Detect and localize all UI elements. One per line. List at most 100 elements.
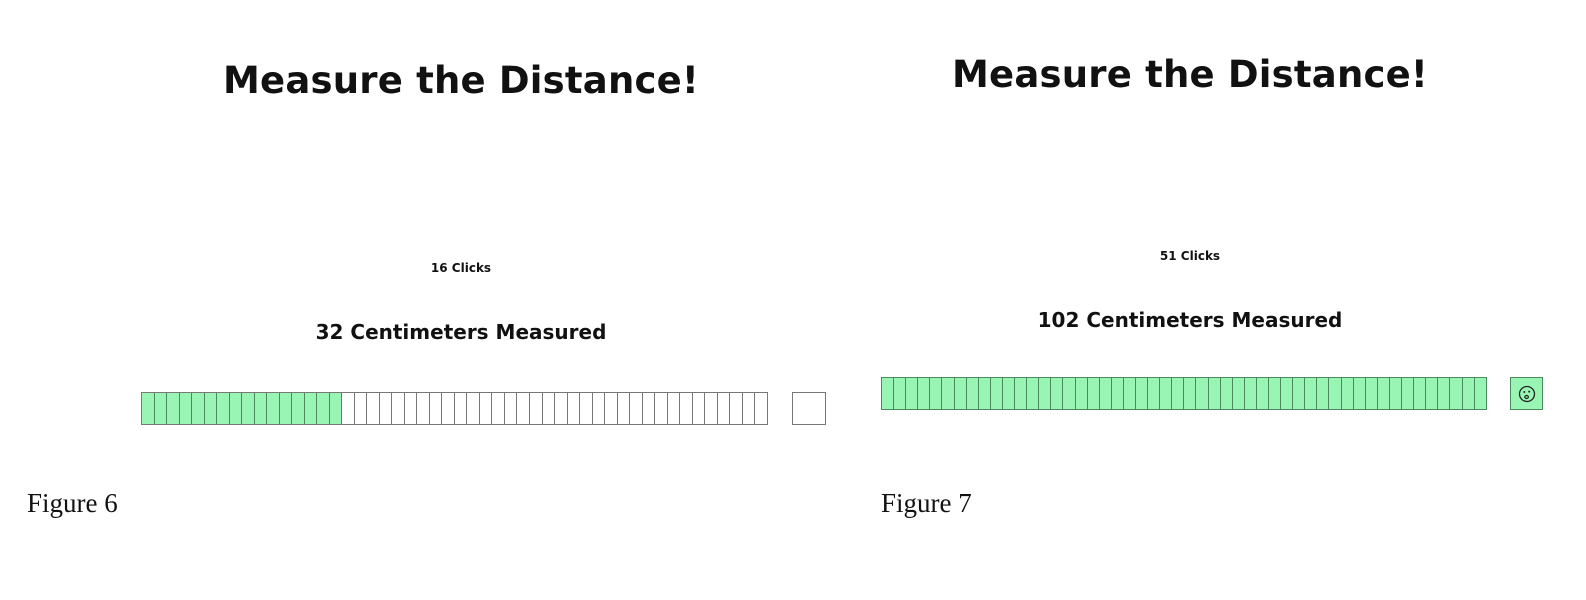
ruler-segment: [655, 393, 668, 424]
target-end-box[interactable]: [1510, 377, 1543, 410]
measured-distance: 102 Centimeters Measured: [1037, 308, 1343, 332]
ruler-segment: [492, 393, 505, 424]
ruler-segment: [1075, 378, 1088, 409]
figure-caption: Figure 7: [881, 488, 972, 518]
ruler-segment: [1269, 378, 1282, 409]
ruler-segment: [479, 393, 493, 424]
ruler-segment: [529, 393, 543, 424]
measuring-ruler[interactable]: [881, 377, 1487, 410]
ruler-segment: [192, 393, 205, 424]
ruler-segment: [1002, 378, 1016, 409]
ruler-segment: [978, 378, 991, 409]
ruler-segment: [454, 393, 468, 424]
ruler-segment: [642, 393, 656, 424]
ruler-segment: [1450, 378, 1463, 409]
ruler-segment: [179, 393, 193, 424]
ruler-segment: [329, 393, 343, 424]
ruler-segment: [942, 378, 955, 409]
ruler-segment: [142, 393, 155, 424]
ruler-segment: [1462, 378, 1475, 409]
ruler-segment: [592, 393, 606, 424]
ruler-segment: [1208, 378, 1221, 409]
ruler-segment: [1027, 378, 1040, 409]
ruler-segment: [1281, 378, 1294, 409]
ruler-segment: [342, 393, 355, 424]
ruler-segment: [1426, 378, 1439, 409]
ruler-segment: [229, 393, 243, 424]
ruler-segment: [1220, 378, 1233, 409]
ruler-segment: [242, 393, 255, 424]
ruler-segment: [1329, 378, 1342, 409]
ruler-segment: [379, 393, 393, 424]
ruler-segment: [404, 393, 418, 424]
ruler-segment: [555, 393, 568, 424]
ruler-segment: [467, 393, 480, 424]
ruler-segment: [417, 393, 430, 424]
clicks-counter: 16 Clicks: [430, 261, 492, 275]
surprised-face-icon: [1518, 385, 1535, 402]
ruler-segment: [882, 378, 895, 409]
ruler-segment: [292, 393, 305, 424]
ruler-segment: [167, 393, 180, 424]
ruler-segment: [705, 393, 718, 424]
target-end-box[interactable]: [792, 392, 826, 425]
ruler-segment: [217, 393, 230, 424]
ruler-segment: [692, 393, 706, 424]
ruler-segment: [742, 393, 756, 424]
ruler-segment: [667, 393, 681, 424]
ruler-segment: [630, 393, 643, 424]
ruler-segment: [1087, 378, 1100, 409]
ruler-segment: [1015, 378, 1028, 409]
ruler-segment: [1438, 378, 1451, 409]
figure-6-panel: Measure the Distance! 16 Clicks 32 Centi…: [0, 0, 850, 600]
ruler-segment: [1414, 378, 1427, 409]
ruler-segment: [354, 393, 368, 424]
ruler-segment: [918, 378, 931, 409]
figure-7-panel: Measure the Distance! 51 Clicks 102 Cent…: [850, 0, 1586, 600]
ruler-segment: [990, 378, 1003, 409]
ruler-segment: [1353, 378, 1366, 409]
ruler-segment: [267, 393, 280, 424]
ruler-segment: [617, 393, 631, 424]
ruler-segment: [542, 393, 556, 424]
ruler-segment: [755, 393, 768, 424]
ruler-segment: [966, 378, 979, 409]
ruler-segment: [1184, 378, 1197, 409]
ruler-segment: [1148, 378, 1161, 409]
ruler-segment: [392, 393, 405, 424]
ruler-segment: [317, 393, 330, 424]
ruler-segment: [1389, 378, 1403, 409]
ruler-segment: [906, 378, 919, 409]
ruler-segment: [304, 393, 318, 424]
ruler-segment: [894, 378, 907, 409]
ruler-segment: [1244, 378, 1257, 409]
ruler-segment: [1365, 378, 1378, 409]
ruler-segment: [717, 393, 731, 424]
ruler-segment: [1172, 378, 1185, 409]
ruler-segment: [1135, 378, 1149, 409]
ruler-segment: [1063, 378, 1076, 409]
ruler-segment: [1377, 378, 1390, 409]
ruler-segment: [367, 393, 380, 424]
ruler-segment: [1256, 378, 1269, 409]
ruler-segment: [1051, 378, 1064, 409]
ruler-segment: [1099, 378, 1112, 409]
ruler-segment: [504, 393, 518, 424]
ruler-segment: [279, 393, 293, 424]
ruler-segment: [1160, 378, 1173, 409]
ruler-segment: [1293, 378, 1306, 409]
measuring-ruler[interactable]: [141, 392, 768, 425]
page-title: Measure the Distance!: [223, 59, 699, 102]
ruler-segment: [1196, 378, 1209, 409]
ruler-segment: [154, 393, 168, 424]
ruler-segment: [605, 393, 618, 424]
ruler-segment: [1039, 378, 1052, 409]
measured-distance: 32 Centimeters Measured: [315, 320, 607, 344]
page-title: Measure the Distance!: [952, 53, 1428, 96]
ruler-segment: [680, 393, 693, 424]
ruler-segment: [1111, 378, 1124, 409]
ruler-segment: [1123, 378, 1136, 409]
ruler-segment: [567, 393, 581, 424]
ruler-segment: [1402, 378, 1415, 409]
clicks-counter: 51 Clicks: [1159, 249, 1221, 263]
